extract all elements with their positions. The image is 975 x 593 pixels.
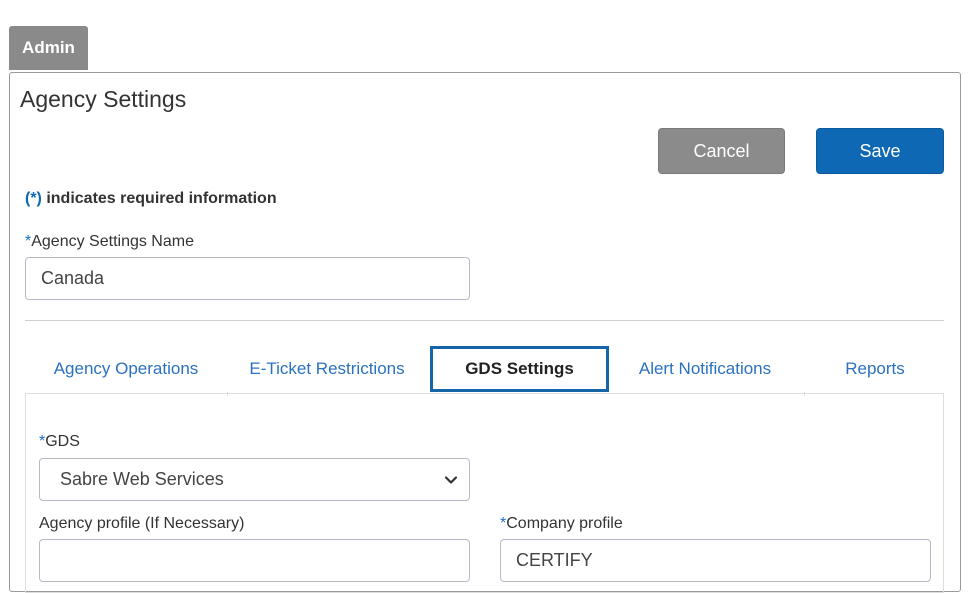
tab-agency-operations[interactable]: Agency Operations xyxy=(30,346,222,392)
gds-label-text: GDS xyxy=(45,433,80,450)
required-note-text: indicates required information xyxy=(41,190,277,207)
chevron-down-icon xyxy=(444,476,458,484)
company-profile-label: *Company profile xyxy=(500,515,623,533)
agency-profile-input[interactable] xyxy=(39,539,470,582)
required-note-star: (*) xyxy=(25,190,42,207)
agency-settings-name-label: *Agency Settings Name xyxy=(25,233,194,251)
tab-alert-notifications[interactable]: Alert Notifications xyxy=(609,346,801,392)
required-info-note: (*) indicates required information xyxy=(25,190,277,208)
company-profile-input[interactable]: CERTIFY xyxy=(500,539,931,582)
tab-gds-settings[interactable]: GDS Settings xyxy=(430,346,609,392)
cancel-button[interactable]: Cancel xyxy=(658,128,785,174)
admin-tab[interactable]: Admin xyxy=(9,26,88,70)
agency-profile-label: Agency profile (If Necessary) xyxy=(39,515,245,532)
tab-reports[interactable]: Reports xyxy=(806,346,944,392)
save-button[interactable]: Save xyxy=(816,128,944,174)
gds-label: *GDS xyxy=(39,433,80,451)
gds-selected-value: Sabre Web Services xyxy=(60,469,224,489)
agency-settings-name-label-text: Agency Settings Name xyxy=(31,233,194,250)
company-profile-label-text: Company profile xyxy=(506,515,623,532)
agency-settings-name-input[interactable]: Canada xyxy=(25,257,470,300)
page-title: Agency Settings xyxy=(20,86,187,112)
gds-select[interactable]: Sabre Web Services xyxy=(39,458,470,501)
tab-e-ticket-restrictions[interactable]: E-Ticket Restrictions xyxy=(228,346,426,392)
section-divider xyxy=(25,320,944,321)
